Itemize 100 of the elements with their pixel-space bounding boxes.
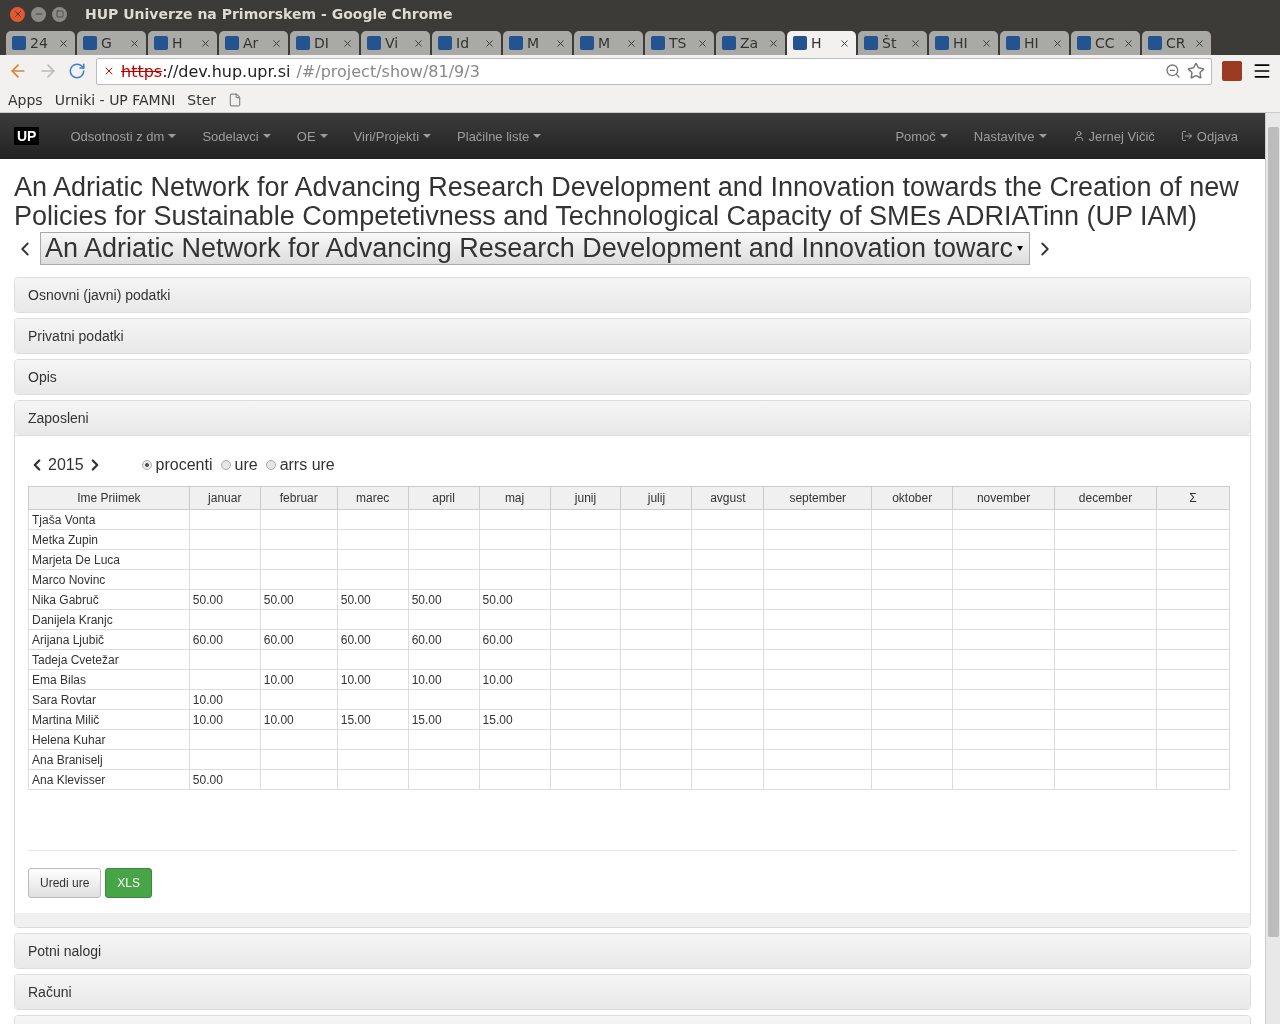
- action-button[interactable]: Uredi ure: [28, 868, 102, 898]
- panel-header[interactable]: Računi: [15, 975, 1250, 1009]
- panel-header[interactable]: Potni nalogi: [15, 934, 1250, 968]
- minimize-button[interactable]: [31, 6, 46, 22]
- browser-tab[interactable]: HI: [929, 31, 998, 55]
- browser-tab[interactable]: H: [787, 31, 856, 55]
- bookmark-link[interactable]: Apps: [8, 91, 43, 108]
- table-cell: [620, 549, 692, 570]
- table-cell: Ema Bilas: [28, 669, 190, 690]
- bookmark-link[interactable]: Urniki - UP FAMNI: [54, 91, 176, 108]
- project-select[interactable]: An Adriatic Network for Advancing Research Development and Innovation towarc: [40, 232, 1030, 265]
- browser-tab[interactable]: M: [574, 31, 643, 55]
- action-button[interactable]: XLS: [105, 868, 153, 898]
- nav-menu-item[interactable]: Pomoč: [882, 128, 961, 144]
- browser-tab[interactable]: CC: [1071, 31, 1140, 55]
- nav-menu-item[interactable]: Odjava: [1167, 128, 1251, 144]
- file-icon[interactable]: [228, 92, 243, 107]
- table-cell: [189, 609, 261, 630]
- browser-tab[interactable]: Za: [716, 31, 785, 55]
- table-cell: [479, 769, 550, 790]
- table-cell: 10.00: [260, 709, 338, 730]
- close-button[interactable]: [10, 6, 25, 22]
- unit-radio[interactable]: arrs ure: [259, 456, 335, 474]
- unit-radio[interactable]: procenti: [135, 456, 213, 474]
- table-cell: [620, 689, 692, 710]
- table-cell: Metka Zupin: [28, 529, 190, 550]
- table-cell: [408, 549, 480, 570]
- browser-tab[interactable]: H: [148, 31, 217, 55]
- table-cell: 60.00: [260, 629, 338, 650]
- table-cell: [337, 609, 409, 630]
- browser-tab[interactable]: TS: [645, 31, 714, 55]
- favicon-icon: [296, 36, 310, 50]
- bookmark-star-icon[interactable]: [1187, 62, 1205, 80]
- browser-tab[interactable]: 24: [6, 31, 75, 55]
- nav-menu-item[interactable]: Plačilne liste: [444, 128, 555, 144]
- table-cell: Ana Klevisser: [28, 769, 190, 790]
- close-icon: [1194, 37, 1205, 49]
- column-header: maj: [479, 486, 550, 510]
- table-cell: [189, 729, 261, 750]
- favicon-icon: [83, 36, 97, 50]
- browser-tab[interactable]: DI: [290, 31, 359, 55]
- panel-header[interactable]: Opis: [15, 360, 1250, 394]
- table-cell: [620, 729, 692, 750]
- nav-menu-item[interactable]: Sodelavci: [189, 128, 284, 144]
- browser-tab[interactable]: Ar: [219, 31, 288, 55]
- table-cell: [479, 609, 550, 630]
- table-cell: [550, 629, 621, 650]
- browser-tab[interactable]: Št: [858, 31, 927, 55]
- vertical-scrollbar[interactable]: [1265, 113, 1280, 1024]
- nav-menu-item[interactable]: Jernej Vičič: [1059, 128, 1168, 144]
- table-cell: [189, 649, 261, 670]
- browser-tab[interactable]: Id: [432, 31, 501, 55]
- browser-tab[interactable]: Vi: [361, 31, 430, 55]
- table-cell: [620, 529, 692, 550]
- table-cell: [620, 669, 692, 690]
- panel-header[interactable]: Privatni podatki: [15, 319, 1250, 353]
- address-bar[interactable]: https://dev.hup.upr.si /#/project/show/81/9/3: [96, 57, 1212, 85]
- table-cell: [337, 569, 409, 590]
- table-cell: [479, 749, 550, 770]
- browser-tab[interactable]: CR: [1142, 31, 1211, 55]
- close-icon: [1123, 37, 1134, 49]
- table-cell: 50.00: [260, 589, 338, 610]
- panel-header[interactable]: Osnovni (javni) podatki: [15, 278, 1250, 312]
- nav-menu-item[interactable]: Odsotnosti z dm: [57, 128, 190, 144]
- column-header: februar: [260, 486, 338, 510]
- table-cell: [620, 769, 692, 790]
- column-header: julij: [620, 486, 692, 510]
- table-cell: [189, 749, 261, 770]
- nav-menu-item[interactable]: OE: [283, 128, 341, 144]
- browser-tab[interactable]: M: [503, 31, 572, 55]
- favicon-icon: [225, 36, 239, 50]
- table-cell: Sara Rovtar: [28, 689, 190, 710]
- table-cell: [550, 709, 621, 730]
- panel-header[interactable]: Zaposleni: [15, 401, 1250, 435]
- table-cell: [479, 549, 550, 570]
- nav-menu-item[interactable]: Nastavitve: [960, 128, 1060, 144]
- table-cell: [620, 589, 692, 610]
- maximize-button[interactable]: [52, 6, 67, 22]
- bookmark-link[interactable]: Ster: [187, 91, 217, 108]
- browser-tab[interactable]: HI: [1000, 31, 1069, 55]
- table-cell: [189, 669, 261, 690]
- table-cell: 50.00: [479, 589, 550, 610]
- table-cell: [550, 549, 621, 570]
- reload-button[interactable]: [68, 62, 86, 80]
- unit-radio[interactable]: ure: [214, 456, 258, 474]
- column-header: marec: [337, 486, 409, 510]
- favicon-icon: [1148, 36, 1162, 50]
- menu-icon[interactable]: [1252, 61, 1272, 81]
- favicon-icon: [509, 36, 523, 50]
- browser-tab[interactable]: G: [77, 31, 146, 55]
- table-cell: [550, 649, 621, 670]
- horizontal-scrollbar[interactable]: [15, 913, 1250, 927]
- table-cell: Ana Braniselj: [28, 749, 190, 770]
- brand-logo[interactable]: UP: [14, 127, 40, 145]
- table-cell: [408, 689, 480, 710]
- nav-menu-item[interactable]: Viri/Projekti: [340, 128, 445, 144]
- logout-icon: [1180, 130, 1193, 142]
- table-cell: [550, 529, 621, 550]
- table-cell: [550, 509, 621, 530]
- favicon-icon: [722, 36, 736, 50]
